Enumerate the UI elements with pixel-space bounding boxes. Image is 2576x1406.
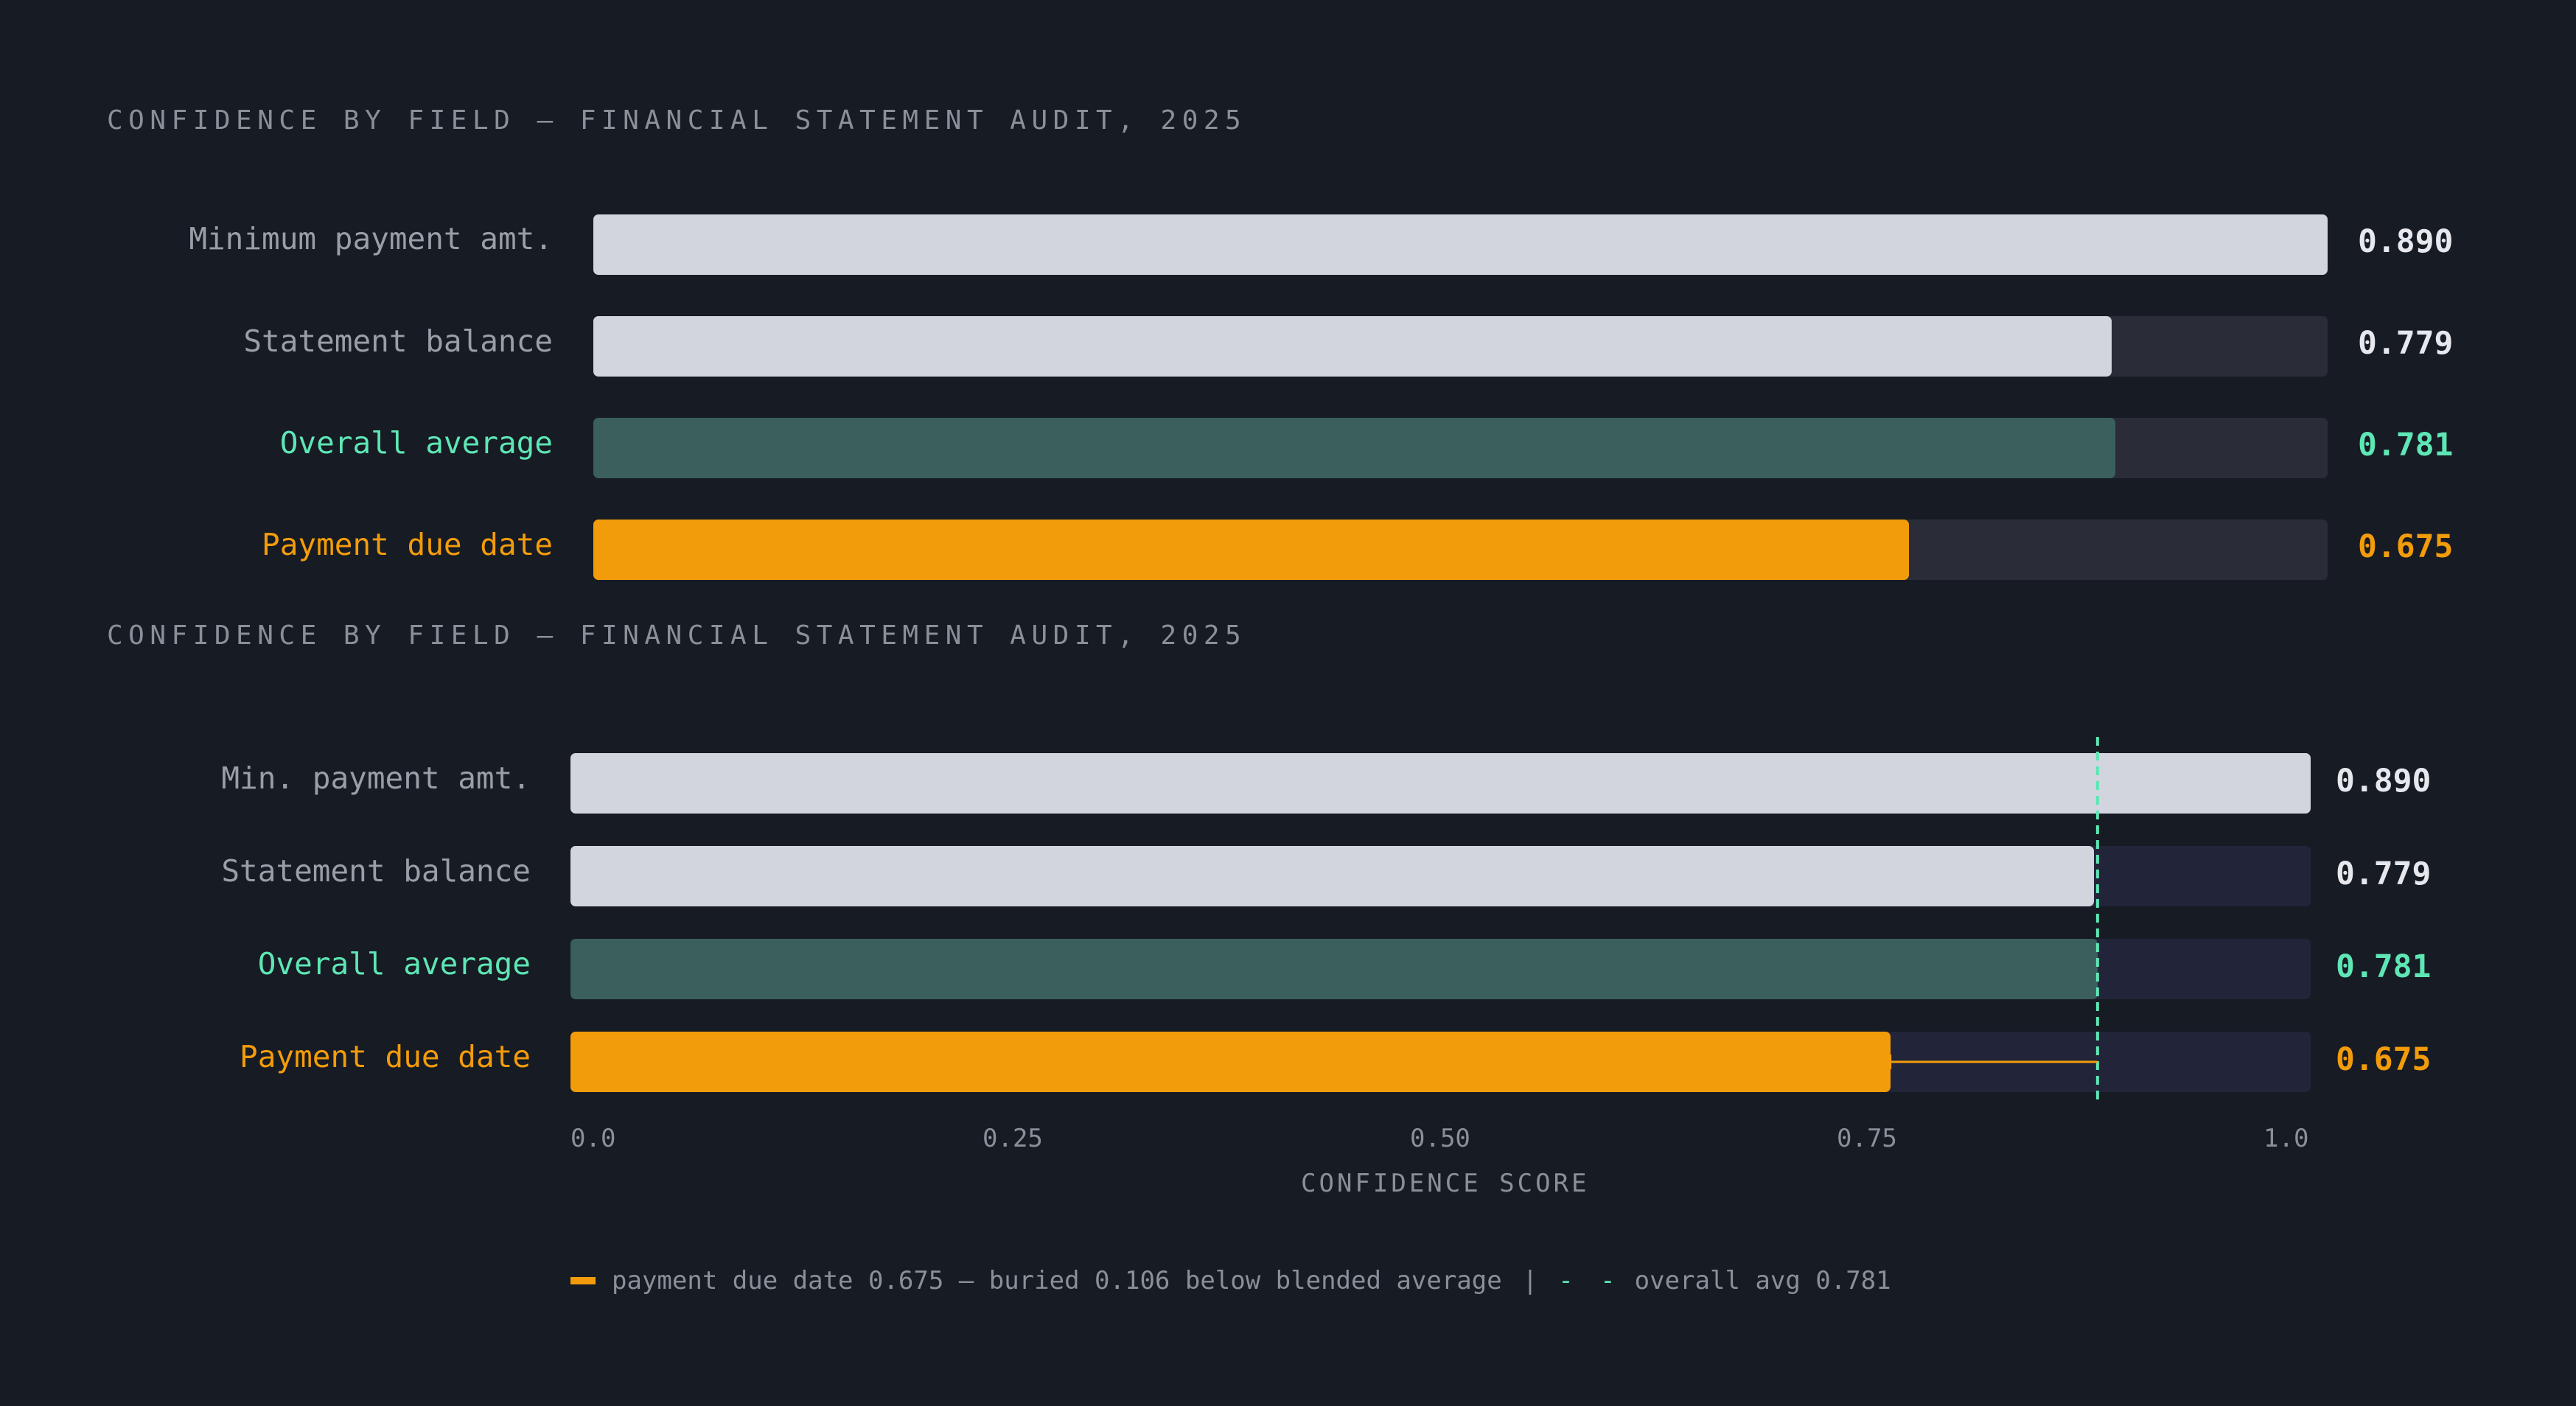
chart2-overlay: [1889, 737, 2099, 1103]
legend-highlight-text: payment due date 0.675 — buried 0.106 be…: [612, 1266, 1502, 1295]
legend-dash-swatch: - -: [1558, 1266, 1622, 1295]
legend-average-text: overall avg 0.781: [1634, 1266, 1891, 1295]
chart2-legend: payment due date 0.675 — buried 0.106 be…: [570, 1262, 1891, 1299]
legend-highlight-swatch: [570, 1277, 596, 1284]
legend-separator: |: [1522, 1266, 1538, 1295]
